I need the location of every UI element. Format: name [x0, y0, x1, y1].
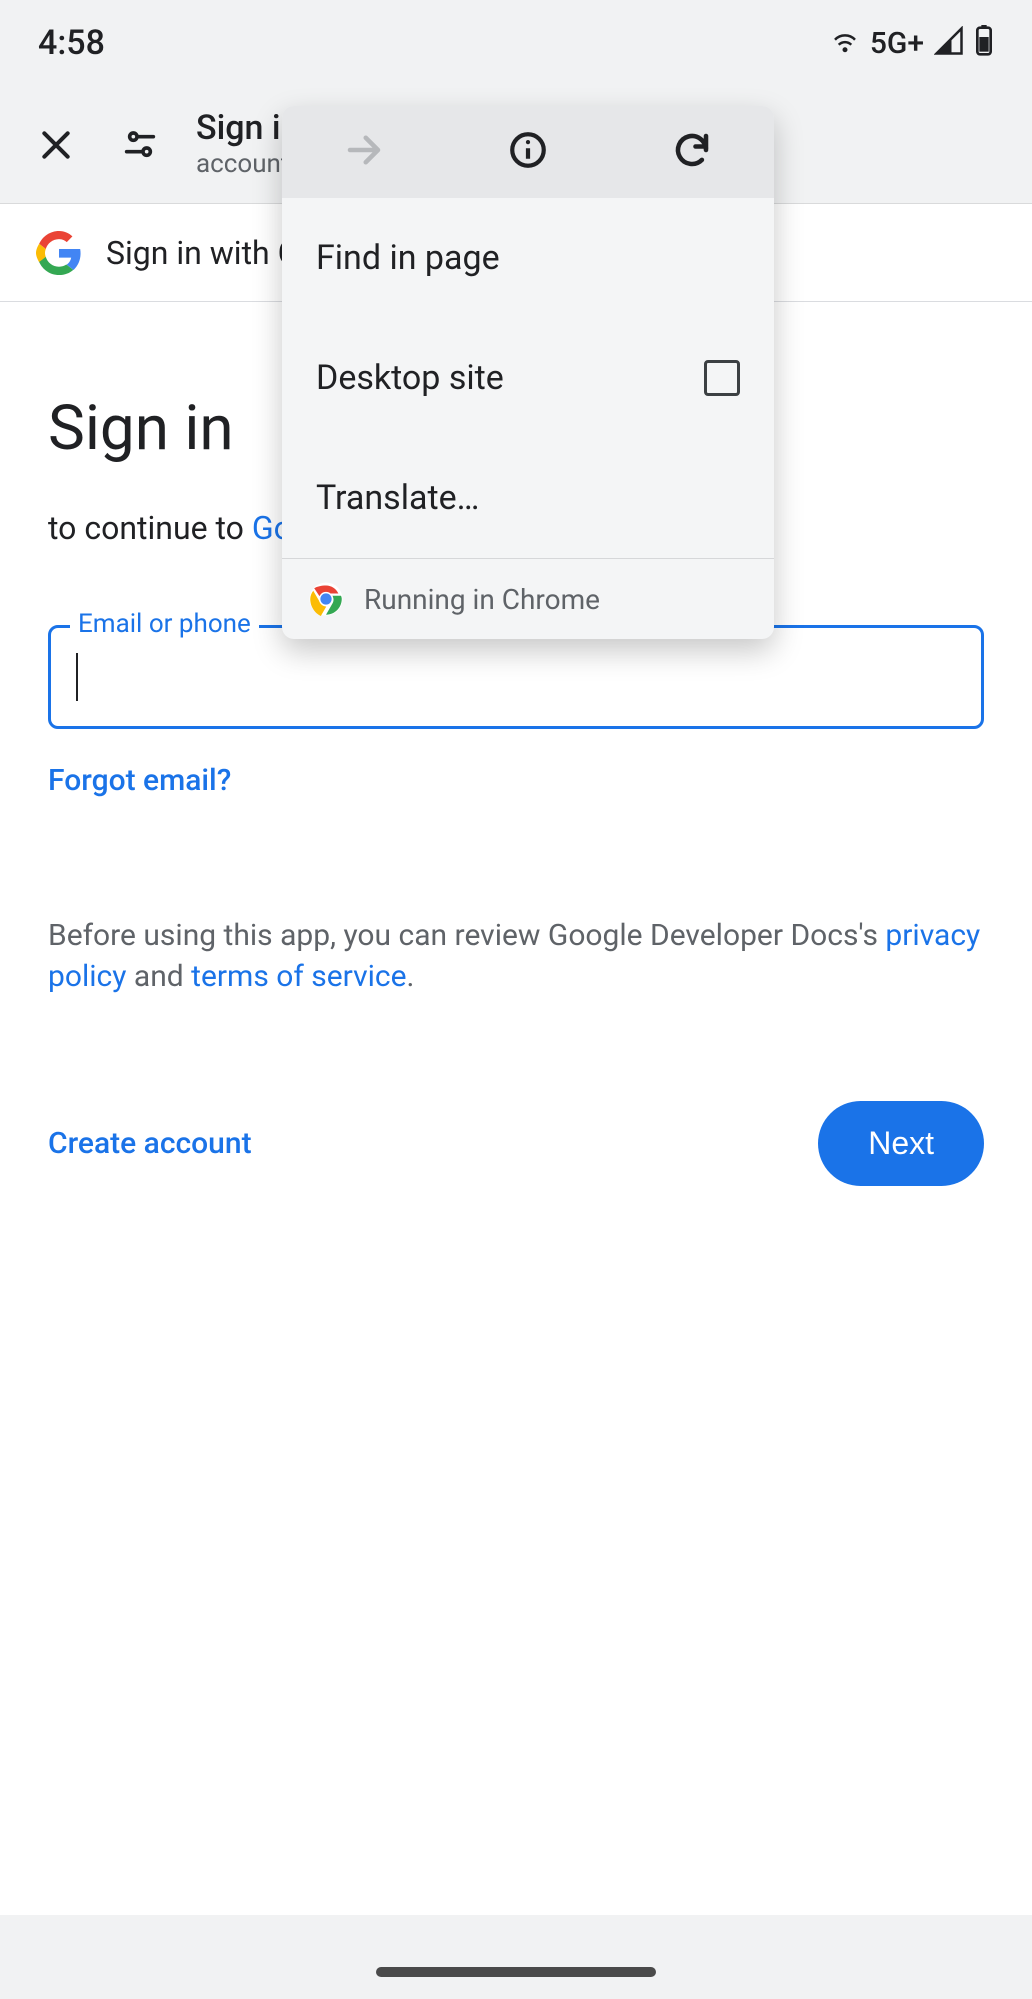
menu-find-in-page[interactable]: Find in page	[282, 198, 774, 318]
close-button[interactable]	[28, 117, 84, 173]
chrome-icon	[308, 581, 344, 617]
google-g-icon	[36, 230, 82, 276]
battery-icon	[974, 25, 994, 61]
legal-disclosure: Before using this app, you can review Go…	[48, 916, 984, 997]
next-button[interactable]: Next	[818, 1101, 984, 1186]
status-bar: 4:58 5G+	[0, 0, 1032, 86]
action-row: Create account Next	[48, 1101, 984, 1186]
create-account-link[interactable]: Create account	[48, 1126, 252, 1161]
disclosure-suffix: .	[407, 959, 415, 994]
continue-prefix: to continue to	[48, 509, 252, 547]
forgot-email-link[interactable]: Forgot email?	[48, 763, 984, 798]
text-caret	[76, 653, 78, 701]
menu-translate-label: Translate…	[316, 478, 479, 518]
overflow-menu: Find in page Desktop site Translate… Run…	[282, 106, 774, 639]
email-field[interactable]	[48, 625, 984, 729]
status-time: 4:58	[38, 23, 105, 63]
desktop-site-checkbox[interactable]	[704, 360, 740, 396]
page-info-button[interactable]	[507, 129, 549, 175]
gesture-nav-handle[interactable]	[376, 1967, 656, 1977]
filter-icon[interactable]	[112, 117, 168, 173]
menu-footer: Running in Chrome	[282, 559, 774, 639]
email-field-label: Email or phone	[70, 609, 259, 639]
forward-button[interactable]	[343, 129, 385, 175]
menu-desktop-site-label: Desktop site	[316, 358, 504, 398]
cell-signal-icon	[934, 26, 964, 60]
hotspot-icon	[830, 26, 860, 60]
email-field-wrap: Email or phone	[48, 625, 984, 729]
disclosure-mid: and	[126, 959, 191, 994]
terms-of-service-link[interactable]: terms of service	[191, 959, 406, 994]
network-label: 5G+	[870, 26, 924, 61]
menu-find-in-page-label: Find in page	[316, 238, 500, 278]
status-right: 5G+	[830, 25, 994, 61]
menu-footer-label: Running in Chrome	[364, 583, 600, 616]
bottom-bar	[0, 1915, 1032, 1999]
disclosure-prefix: Before using this app, you can review Go…	[48, 918, 885, 953]
menu-desktop-site[interactable]: Desktop site	[282, 318, 774, 438]
overflow-menu-iconrow	[282, 106, 774, 198]
reload-button[interactable]	[671, 129, 713, 175]
menu-translate[interactable]: Translate…	[282, 438, 774, 558]
